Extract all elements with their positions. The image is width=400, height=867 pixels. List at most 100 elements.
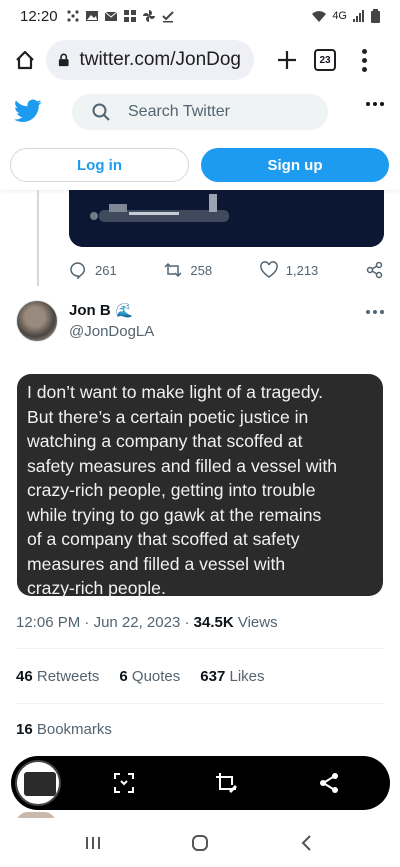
address-bar[interactable]: twitter.com/JonDogLA — [46, 40, 254, 80]
home-button[interactable] — [10, 45, 40, 75]
wave-emoji-icon: 🌊 — [115, 302, 134, 318]
search-box[interactable]: Search Twitter — [72, 94, 328, 130]
tweet-time[interactable]: 12:06 PM — [16, 614, 80, 631]
dot — [373, 310, 377, 314]
quotes-label: Quotes — [131, 668, 181, 685]
tweet-line: safety measures and filled a vessel with — [27, 455, 337, 476]
tweet-line: crazy-rich people, getting into trouble — [27, 480, 316, 500]
gallery-icon — [85, 11, 98, 21]
reply-icon — [70, 262, 86, 279]
retweet-icon — [164, 262, 182, 278]
likes-label: Likes — [229, 668, 265, 685]
like-count: 1,213 — [285, 262, 319, 278]
retweets-stat[interactable]: 46 Retweets — [16, 668, 99, 685]
retweets-count: 46 — [16, 668, 33, 685]
plus-icon — [278, 51, 296, 69]
tweet-author: Jon B 🌊 @JonDogLA — [16, 300, 384, 346]
tweet-line: crazy-rich people. — [27, 578, 166, 598]
bookmarks-label: Bookmarks — [36, 721, 112, 738]
home-nav-icon[interactable] — [190, 833, 210, 853]
dot — [366, 102, 370, 106]
retweet-button[interactable]: 258 — [164, 261, 212, 279]
status-bar: 12:20 4G — [0, 0, 400, 32]
pinwheel-icon — [142, 10, 155, 22]
tweet-more-button[interactable] — [366, 310, 384, 314]
quotes-stat[interactable]: 6 Quotes — [119, 668, 180, 685]
dot — [361, 66, 367, 72]
more-options-button[interactable] — [366, 102, 384, 106]
system-nav-bar — [0, 818, 400, 867]
screenshot-thumbnail[interactable] — [15, 760, 61, 806]
dot — [380, 310, 384, 314]
tweet-line: watching a company that scoffed at — [27, 431, 303, 451]
scroll-capture-icon[interactable] — [112, 771, 136, 795]
author-handle[interactable]: @JonDogLA — [69, 323, 154, 340]
reply-button[interactable]: 261 — [69, 261, 117, 279]
tweet-line: of a company that scoffed at safety — [27, 529, 300, 549]
recent-apps-icon[interactable] — [83, 833, 103, 853]
divider — [16, 703, 384, 704]
bookmarks-count: 16 — [16, 721, 33, 738]
like-button[interactable]: 1,213 — [259, 261, 319, 279]
home-icon — [16, 50, 34, 70]
twitter-bird-icon[interactable] — [14, 99, 42, 123]
dot — [366, 310, 370, 314]
divider — [16, 648, 384, 649]
grid-app-icon — [123, 10, 136, 22]
signal-icon — [353, 10, 364, 22]
notification-icons — [66, 9, 175, 23]
mail-icon — [104, 11, 117, 21]
battery-icon — [371, 9, 380, 23]
dot — [380, 102, 384, 106]
network-type: 4G — [332, 10, 347, 22]
status-time: 12:20 — [20, 7, 58, 25]
browser-toolbar: twitter.com/JonDogLA 23 — [0, 38, 400, 82]
lock-icon — [58, 53, 69, 67]
tweet-stats: 46 Retweets 6 Quotes 637 Likes — [16, 668, 265, 685]
check-download-icon — [161, 11, 174, 23]
share-icon — [366, 261, 383, 279]
separator: · — [84, 614, 94, 631]
tweet-line: I don’t want to make light of a tragedy. — [27, 382, 324, 402]
tweet-date[interactable]: Jun 22, 2023 — [94, 614, 181, 631]
share-button[interactable] — [366, 261, 384, 279]
views-count: 34.5K — [193, 614, 234, 631]
back-icon[interactable] — [297, 833, 317, 853]
wifi-icon — [312, 11, 327, 22]
screenshot-toolbar — [11, 756, 390, 810]
thumbnail-preview — [24, 772, 56, 796]
search-placeholder: Search Twitter — [128, 103, 230, 120]
avatar[interactable] — [16, 300, 58, 342]
thread-connector-line — [37, 190, 39, 286]
tweet-meta: 12:06 PM · Jun 22, 2023 · 34.5K Views — [16, 614, 278, 631]
tweet-line: measures and filled a vessel with — [27, 553, 286, 574]
quotes-count: 6 — [119, 668, 128, 685]
crop-edit-icon[interactable] — [214, 771, 238, 795]
retweet-count: 258 — [190, 262, 213, 278]
likes-stat[interactable]: 637 Likes — [200, 668, 264, 685]
tab-switcher-button[interactable]: 23 — [314, 49, 336, 71]
url-text: twitter.com/JonDogLA — [79, 49, 242, 70]
previous-tweet-actions: 261 258 1,213 — [69, 258, 384, 282]
dot — [373, 102, 377, 106]
status-right: 4G — [311, 9, 380, 23]
auth-bar: Log in Sign up — [0, 140, 400, 190]
tweet-line: But there’s a certain poetic justice in — [27, 406, 309, 427]
new-tab-button[interactable] — [272, 45, 302, 75]
tweet-line: while trying to go gawk at the remains — [27, 504, 322, 525]
submarine-image — [69, 190, 384, 247]
browser-menu-button[interactable] — [354, 45, 374, 75]
previous-tweet-image[interactable] — [69, 190, 384, 247]
twitter-header: Search Twitter — [0, 88, 400, 134]
heart-icon — [259, 261, 278, 278]
signup-button[interactable]: Sign up — [201, 148, 389, 182]
share-icon[interactable] — [317, 771, 341, 795]
dot — [361, 57, 367, 63]
retweets-label: Retweets — [36, 668, 100, 685]
views-label: Views — [237, 614, 278, 631]
search-icon — [92, 103, 110, 121]
separator: · — [184, 614, 194, 631]
author-name-wrap[interactable]: Jon B 🌊 — [69, 302, 133, 319]
app-grid-icon — [66, 10, 79, 22]
login-button[interactable]: Log in — [10, 148, 189, 182]
